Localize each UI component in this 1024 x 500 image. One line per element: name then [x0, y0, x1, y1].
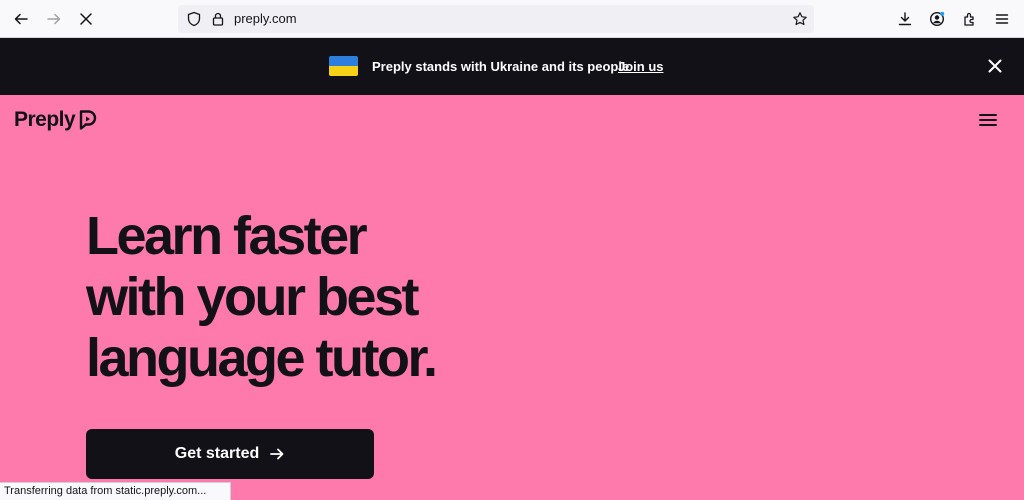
stop-button[interactable] — [74, 7, 98, 31]
join-us-link[interactable]: Join us — [618, 59, 664, 75]
headline-line-1: Learn faster — [86, 206, 368, 266]
back-button[interactable] — [9, 7, 33, 31]
logo-mark-icon — [80, 110, 97, 130]
shield-icon[interactable] — [186, 11, 202, 27]
headline-line-3: language tutor. — [86, 328, 438, 388]
extensions-button[interactable] — [958, 7, 982, 31]
lock-icon[interactable] — [210, 11, 226, 27]
browser-toolbar: preply.com — [0, 0, 1024, 38]
headline-line-2: with your best — [86, 267, 420, 327]
stop-icon — [80, 13, 92, 25]
extensions-icon — [964, 12, 974, 26]
hero-headline: Learn faster with your best language tut… — [86, 206, 606, 389]
logo-text: Preply — [14, 108, 76, 131]
star-icon[interactable] — [792, 11, 808, 27]
browser-status-bar: Transferring data from static.preply.com… — [0, 482, 231, 500]
arrow-right-icon — [270, 448, 284, 460]
hamburger-icon — [979, 114, 997, 126]
url-text[interactable]: preply.com — [234, 11, 297, 27]
forward-icon — [47, 13, 61, 25]
hamburger-menu-button[interactable] — [977, 110, 999, 130]
close-icon — [988, 59, 1002, 73]
ukraine-banner: Preply stands with Ukraine and its peopl… — [0, 38, 1024, 95]
account-button[interactable] — [925, 7, 949, 31]
back-icon — [14, 13, 28, 25]
browser-menu-button[interactable] — [990, 7, 1014, 31]
banner-close-button[interactable] — [984, 55, 1006, 77]
download-icon — [898, 12, 912, 26]
ukraine-flag-icon — [329, 56, 358, 76]
downloads-button[interactable] — [893, 7, 917, 31]
get-started-label: Get started — [174, 445, 260, 462]
account-icon — [929, 11, 945, 27]
forward-button[interactable] — [42, 7, 66, 31]
get-started-button[interactable]: Get started — [86, 429, 374, 479]
url-bar[interactable]: preply.com — [178, 5, 814, 33]
preply-logo[interactable]: Preply — [14, 107, 98, 133]
banner-text: Preply stands with Ukraine and its peopl… — [372, 59, 630, 74]
menu-icon — [995, 14, 1009, 24]
